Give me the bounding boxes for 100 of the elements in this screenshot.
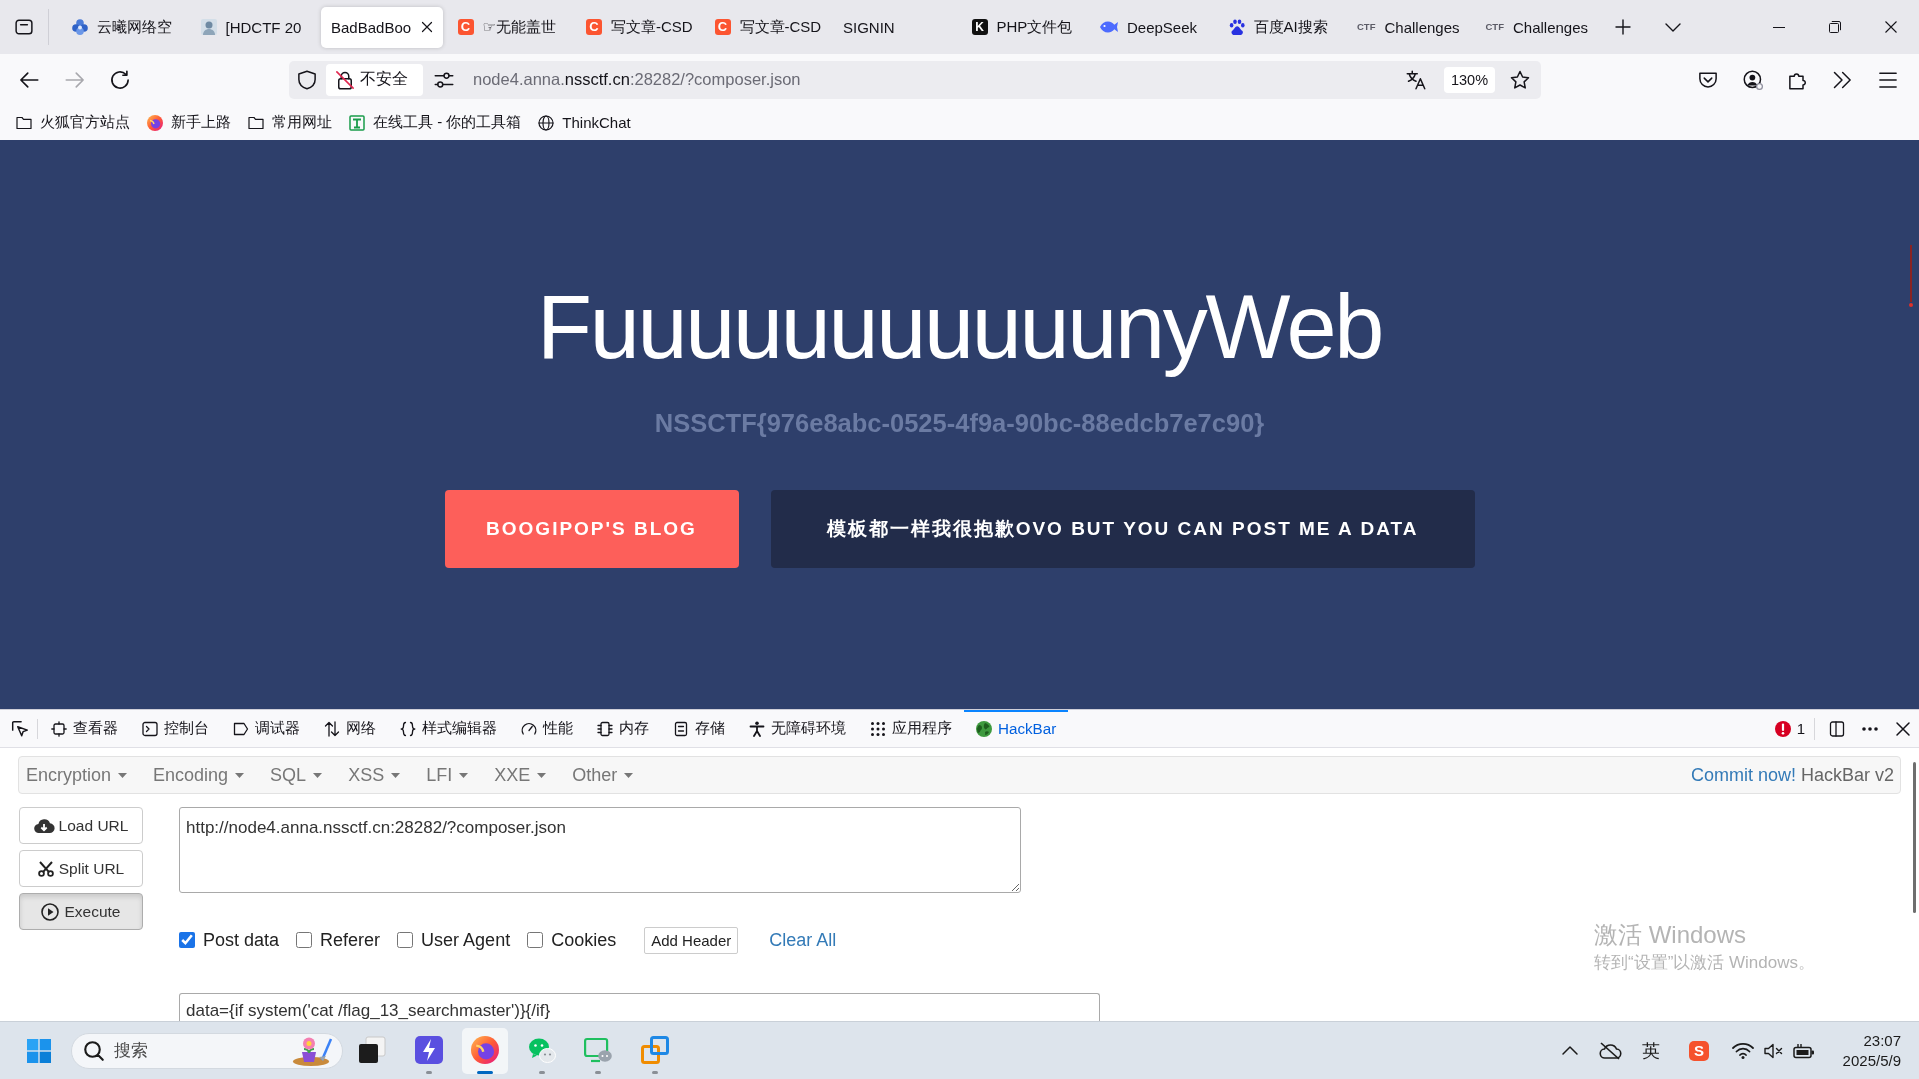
browser-tab[interactable]: 百度AI搜索	[1220, 6, 1343, 48]
reload-icon[interactable]	[110, 69, 130, 90]
devtools-tab[interactable]: 调试器	[221, 710, 312, 747]
shield-icon[interactable]	[297, 69, 317, 90]
devtools-tab[interactable]: 内存	[585, 710, 661, 747]
active-app-tile[interactable]	[462, 1027, 508, 1074]
bookmark-item[interactable]: 在线工具 - 你的工具箱	[349, 113, 522, 132]
clock-date[interactable]: 2025/5/9	[1842, 1050, 1901, 1071]
browser-tab[interactable]: [HDCTF 20	[192, 6, 315, 48]
browser-tab[interactable]: C ☞无能盖世	[449, 6, 572, 48]
translate-icon[interactable]	[1406, 69, 1426, 90]
close-icon[interactable]	[421, 21, 433, 33]
post-data-field[interactable]: data={if system('cat /flag_13_searchmaster')}{/if}	[179, 993, 1100, 1021]
devtools-tab[interactable]: 无障碍环境	[737, 710, 858, 747]
chevron-down-icon[interactable]	[1665, 22, 1681, 32]
devtools-tab[interactable]: 样式编辑器	[388, 710, 509, 747]
activation-title: 激活 Windows	[1594, 921, 1747, 949]
add-header-button[interactable]: Add Header	[644, 926, 739, 954]
devtools-tab[interactable]: 网络	[312, 710, 388, 747]
bookmark-item[interactable]: 新手上路	[147, 113, 231, 132]
wifi-icon[interactable]	[1732, 1042, 1754, 1059]
browser-tab[interactable]: DeepSeek	[1092, 6, 1214, 48]
devtools-tab[interactable]: 性能	[509, 710, 585, 747]
tab-list-icon[interactable]	[15, 18, 33, 36]
error-counter[interactable]: 1	[1774, 720, 1805, 737]
search-input[interactable]: 搜索	[114, 1040, 234, 1061]
star-icon[interactable]	[1510, 69, 1530, 90]
split-url-button[interactable]: Split URL	[19, 850, 143, 887]
overlapping-squares-icon[interactable]	[640, 1035, 669, 1064]
browser-tab[interactable]: 云曦网络空	[64, 6, 186, 48]
devtools-tab[interactable]: 应用程序	[858, 710, 964, 747]
load-url-button[interactable]: Load URL	[19, 807, 143, 844]
bookmark-item[interactable]: 火狐官方站点	[16, 113, 130, 132]
commit-link[interactable]: Commit now!	[1690, 764, 1796, 786]
zoom-level-button[interactable]: 130%	[1444, 66, 1495, 93]
more-icon[interactable]	[1862, 726, 1878, 731]
dock-icon[interactable]	[1829, 720, 1845, 737]
browser-tab[interactable]: BadBadBoo	[321, 6, 443, 48]
devtools-tab[interactable]: 查看器	[39, 710, 130, 747]
orb-icon[interactable]	[471, 1035, 499, 1064]
plus-icon[interactable]	[1615, 19, 1631, 35]
sliders-icon[interactable]	[434, 69, 454, 90]
address-bar[interactable]: 不安全 node4.anna.nssctf.cn:28282/?composer.json 130%	[289, 60, 1541, 99]
cloud-slash-icon[interactable]	[1599, 1041, 1621, 1060]
scrollbar-thumb[interactable]	[1913, 762, 1916, 913]
pocket-icon[interactable]	[1698, 69, 1718, 90]
close-icon[interactable]	[1885, 21, 1897, 33]
checkbox[interactable]	[296, 932, 313, 948]
execute-button[interactable]: Execute	[19, 893, 143, 930]
lock-slash-icon	[335, 69, 355, 90]
windows-logo-icon[interactable]	[27, 1038, 51, 1063]
lightning-icon[interactable]	[414, 1035, 443, 1064]
element-picker-icon[interactable]	[11, 719, 29, 738]
speaker-muted-icon[interactable]	[1764, 1042, 1784, 1059]
dropdown-menu[interactable]: XSS	[348, 764, 401, 786]
clock-time[interactable]: 23:07	[1863, 1030, 1901, 1051]
browser-tab[interactable]: K PHP文件包	[963, 6, 1086, 48]
stacked-squares-icon[interactable]	[358, 1035, 386, 1064]
dropdown-menu[interactable]: LFI	[426, 764, 469, 786]
browser-tab[interactable]: C 写文章-CSD	[578, 6, 700, 48]
caret-icon	[459, 772, 469, 778]
scrollbar-thumb[interactable]	[1909, 245, 1913, 307]
browser-tab[interactable]: C 写文章-CSD	[706, 6, 829, 48]
checkbox[interactable]	[397, 932, 414, 948]
clear-all-link[interactable]: Clear All	[769, 929, 837, 951]
fish-icon	[1100, 21, 1118, 33]
checkbox-label[interactable]: Referer	[320, 929, 381, 951]
checkbox-label[interactable]: User Agent	[421, 929, 511, 951]
browser-tab[interactable]: CTF Challenges	[1477, 6, 1600, 48]
devtools-tab[interactable]: 存储	[661, 710, 737, 747]
account-icon[interactable]	[1743, 69, 1763, 90]
menu-icon[interactable]	[1878, 69, 1898, 90]
restore-icon[interactable]	[1829, 21, 1841, 33]
back-icon[interactable]	[19, 69, 39, 90]
dropdown-menu[interactable]: SQL	[270, 764, 323, 786]
browser-tab[interactable]: SIGNIN	[835, 6, 957, 48]
url-text[interactable]: node4.anna.nssctf.cn:28282/?composer.json	[473, 70, 801, 89]
browser-tab[interactable]: CTF Challenges	[1349, 6, 1471, 48]
checkbox-label[interactable]: Post data	[203, 929, 280, 951]
dropdown-menu[interactable]: Other	[572, 764, 634, 786]
bookmark-item[interactable]: ThinkChat	[538, 114, 631, 131]
url-field[interactable]: http://node4.anna.nssctf.cn:28282/?composer.json	[179, 807, 1021, 893]
minimize-icon[interactable]	[1773, 26, 1785, 28]
bookmark-item[interactable]: 常用网址	[248, 113, 332, 132]
devtools-tab[interactable]: 控制台	[130, 710, 221, 747]
site-logo: C	[714, 19, 731, 35]
dropdown-menu[interactable]: Encryption	[26, 764, 128, 786]
devtools-tab[interactable]: HackBar	[964, 710, 1069, 747]
checkbox-label[interactable]: Cookies	[551, 929, 617, 951]
chevron-up-icon[interactable]	[1562, 1046, 1578, 1055]
secondary-button[interactable]: 模板都一样我很抱歉OVO BUT YOU CAN POST ME A DATA	[770, 490, 1475, 568]
security-indicator[interactable]: 不安全	[326, 63, 423, 96]
dropdown-menu[interactable]: XXE	[494, 764, 547, 786]
input-method-indicator[interactable]: 英	[1642, 1038, 1660, 1063]
chevrons-right-icon[interactable]	[1832, 69, 1852, 90]
checkbox[interactable]	[179, 932, 195, 948]
dropdown-menu[interactable]: Encoding	[153, 764, 245, 786]
close-icon[interactable]	[1895, 720, 1911, 737]
battery-charging-icon[interactable]	[1793, 1043, 1815, 1058]
checkbox[interactable]	[527, 932, 544, 948]
